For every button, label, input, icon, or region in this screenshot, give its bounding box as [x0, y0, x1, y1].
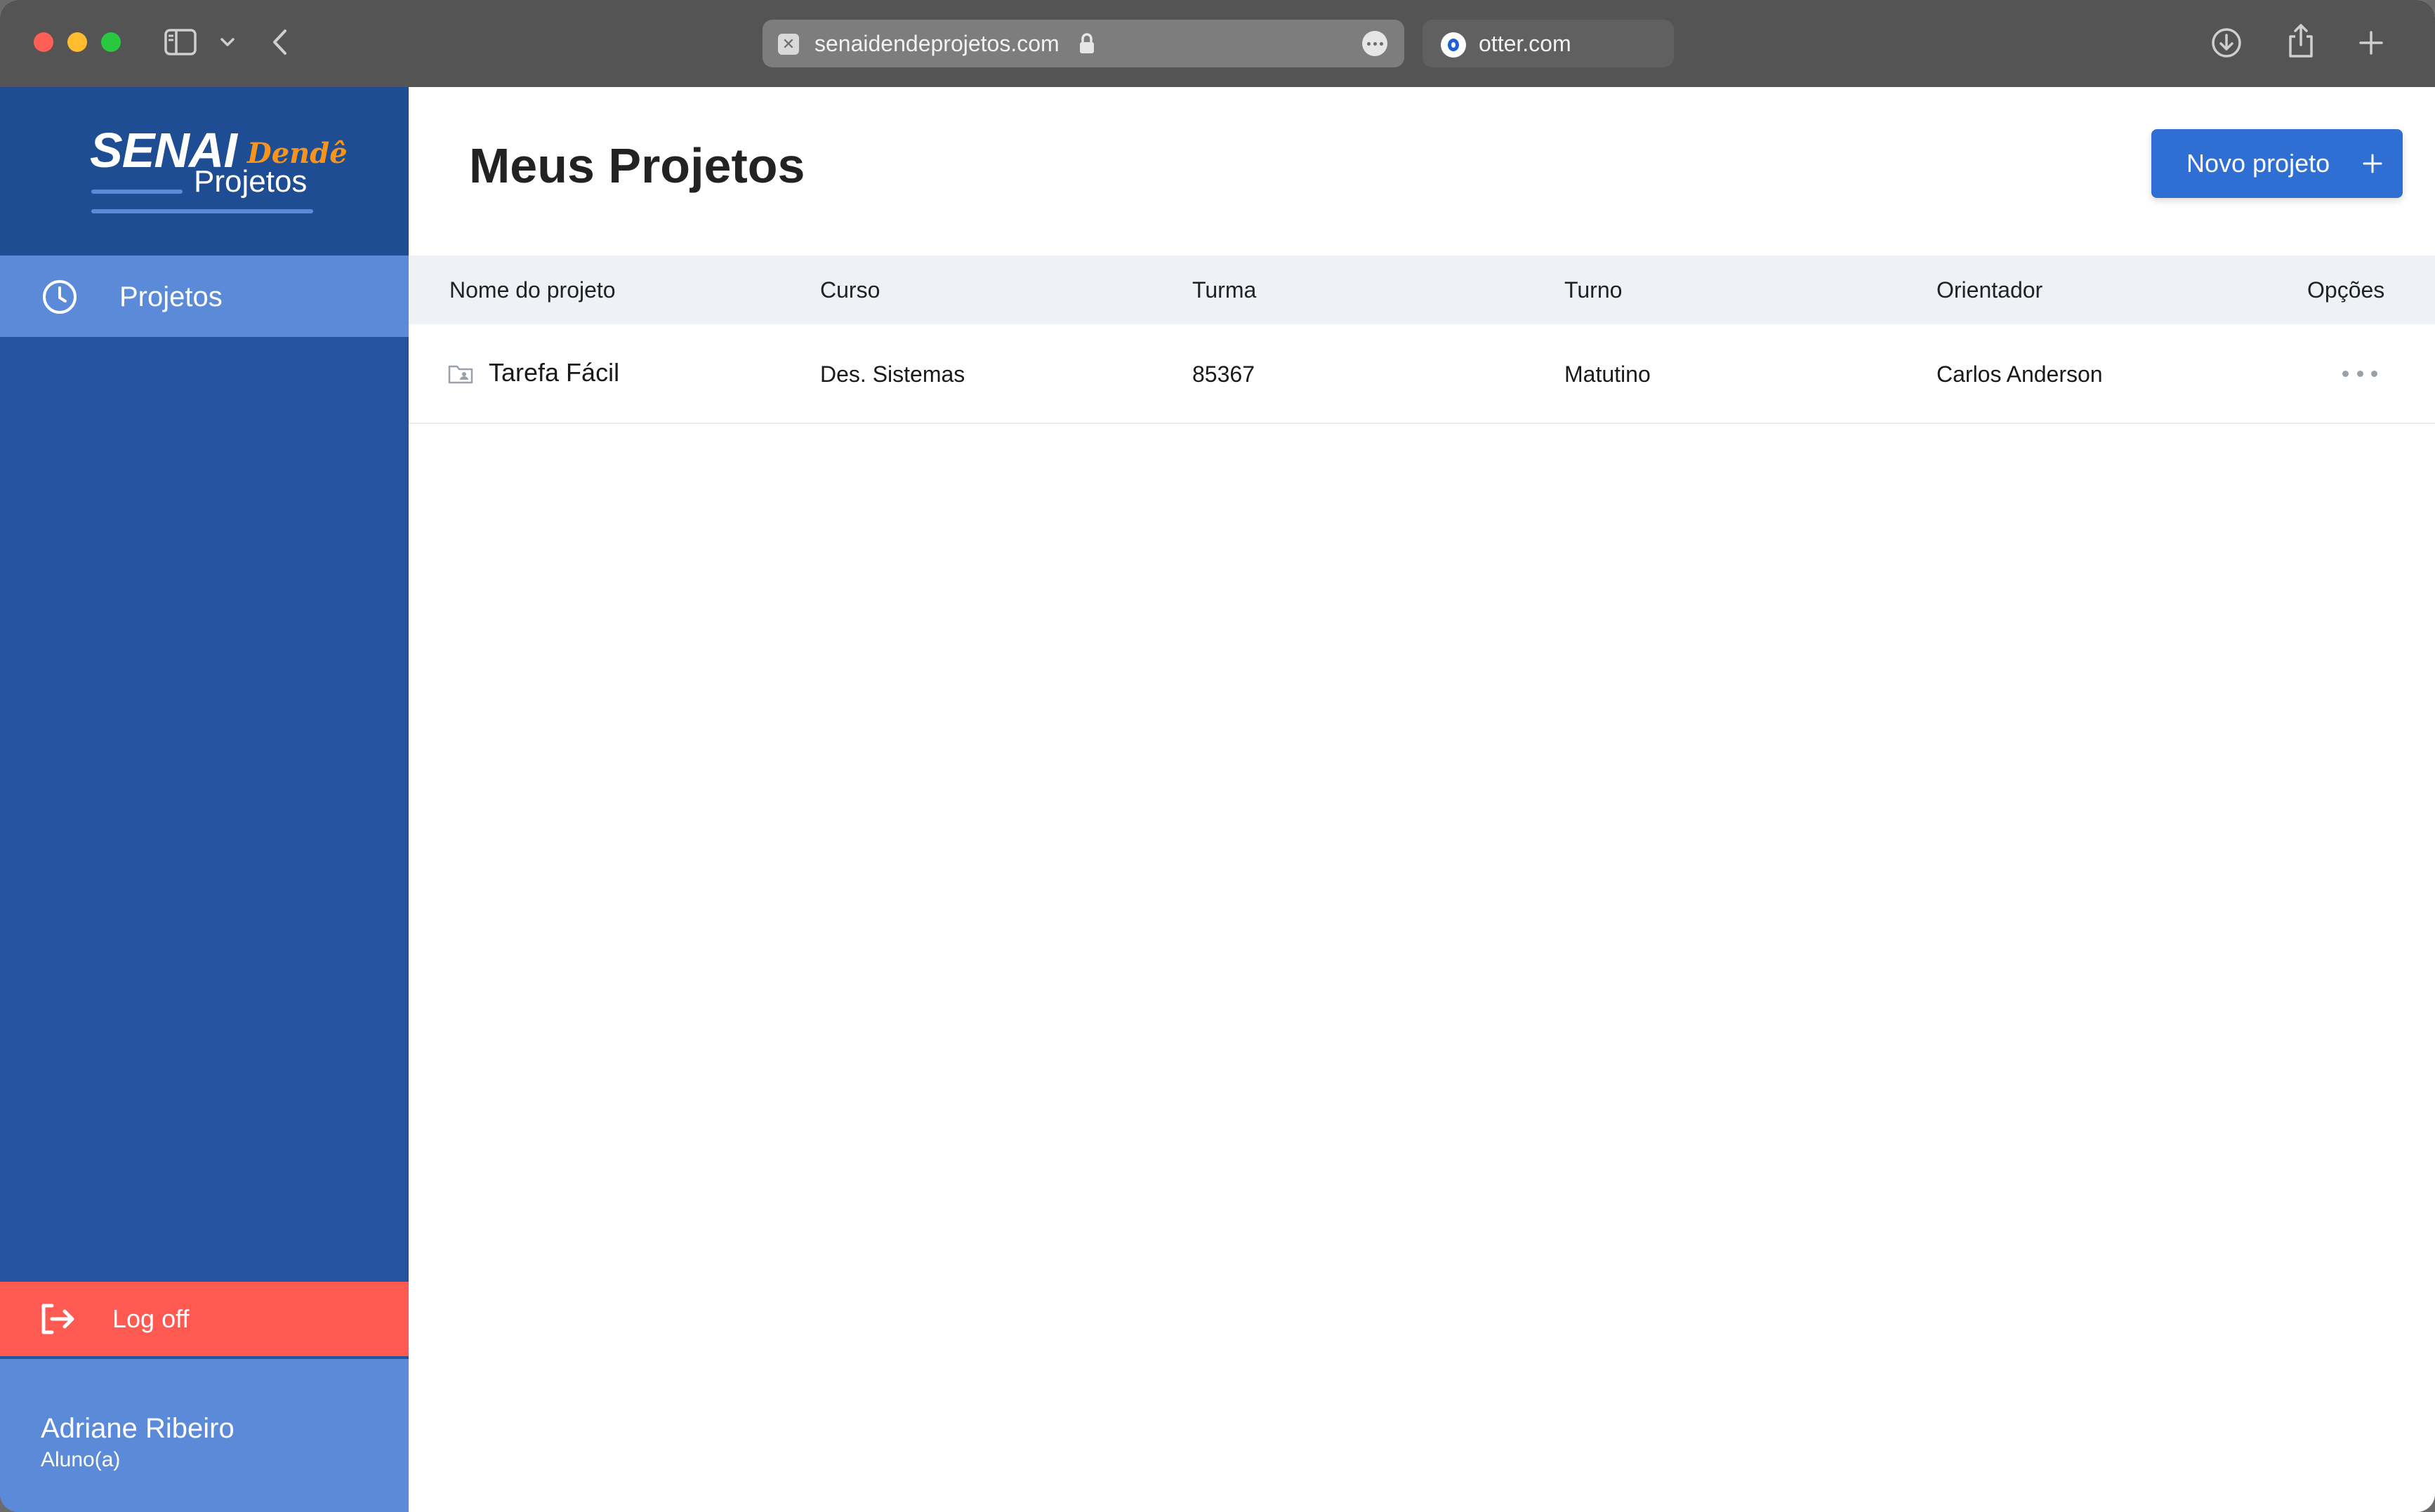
back-arrow-icon[interactable] — [265, 25, 293, 59]
more-options-icon[interactable] — [1362, 31, 1387, 56]
sidebar: SENAI Dendê Projetos Projetos Log off Ad… — [0, 87, 409, 1512]
column-header-curso[interactable]: Curso — [820, 277, 880, 303]
tab-otter[interactable]: otter.com — [1423, 20, 1674, 67]
share-icon[interactable] — [2283, 21, 2318, 60]
class-cell: 85367 — [1192, 362, 1255, 387]
logoff-label: Log off — [112, 1304, 190, 1333]
sidebar-item-projetos[interactable]: Projetos — [0, 256, 409, 337]
new-project-label: Novo projeto — [2186, 149, 2330, 178]
logo-projetos-text: Projetos — [194, 164, 308, 199]
lock-icon — [1080, 33, 1094, 53]
row-options-icon[interactable] — [2342, 365, 2377, 382]
new-tab-plus-icon[interactable] — [2354, 25, 2389, 60]
logo-decoration-line — [91, 209, 313, 213]
table-header: Nome do projeto Curso Turma Turno Orient… — [409, 256, 2435, 324]
user-name: Adriane Ribeiro — [41, 1413, 235, 1444]
column-header-nome[interactable]: Nome do projeto — [449, 277, 616, 303]
project-name-cell[interactable]: Tarefa Fácil — [489, 358, 619, 387]
zoom-window-button[interactable] — [101, 32, 121, 52]
senai-logo[interactable]: SENAI Dendê Projetos — [0, 87, 409, 256]
column-header-opcoes: Opções — [2307, 277, 2385, 303]
shift-cell: Matutino — [1564, 362, 1651, 387]
user-role: Aluno(a) — [41, 1448, 121, 1471]
shared-folder-icon — [448, 365, 473, 384]
logout-icon — [41, 1304, 74, 1334]
course-cell: Des. Sistemas — [820, 362, 965, 387]
new-project-button[interactable]: Novo projeto — [2151, 129, 2403, 198]
plus-icon — [2363, 154, 2382, 173]
address-url: senaidendeprojetos.com — [814, 31, 1060, 56]
logoff-button[interactable]: Log off — [0, 1282, 409, 1356]
browser-window: ✕ senaidendeprojetos.com otter.com SENAI… — [0, 0, 2435, 1512]
otter-favicon-icon — [1441, 32, 1466, 58]
tab-otter-label: otter.com — [1479, 31, 1571, 56]
sidebar-toggle-icon[interactable] — [163, 27, 198, 58]
close-window-button[interactable] — [34, 32, 53, 52]
column-header-orientador[interactable]: Orientador — [1936, 277, 2043, 303]
user-profile: Adriane Ribeiro Aluno(a) — [0, 1359, 409, 1512]
column-header-turma[interactable]: Turma — [1192, 277, 1256, 303]
chevron-down-icon[interactable] — [215, 28, 240, 56]
column-header-turno[interactable]: Turno — [1564, 277, 1622, 303]
table-row[interactable]: Tarefa Fácil Des. Sistemas 85367 Matutin… — [409, 324, 2435, 424]
tab-close-icon[interactable]: ✕ — [778, 34, 799, 55]
page-title: Meus Projetos — [469, 138, 805, 193]
advisor-cell: Carlos Anderson — [1936, 362, 2103, 387]
clock-icon — [43, 280, 77, 314]
logo-decoration-line — [91, 190, 183, 194]
main-content: Meus Projetos Novo projeto Nome do proje… — [409, 87, 2435, 1512]
active-tab-address-bar[interactable]: ✕ senaidendeprojetos.com — [763, 20, 1404, 67]
minimize-window-button[interactable] — [67, 32, 87, 52]
sidebar-item-label: Projetos — [119, 281, 223, 312]
browser-toolbar: ✕ senaidendeprojetos.com otter.com — [0, 0, 2435, 87]
download-icon[interactable] — [2209, 25, 2244, 60]
